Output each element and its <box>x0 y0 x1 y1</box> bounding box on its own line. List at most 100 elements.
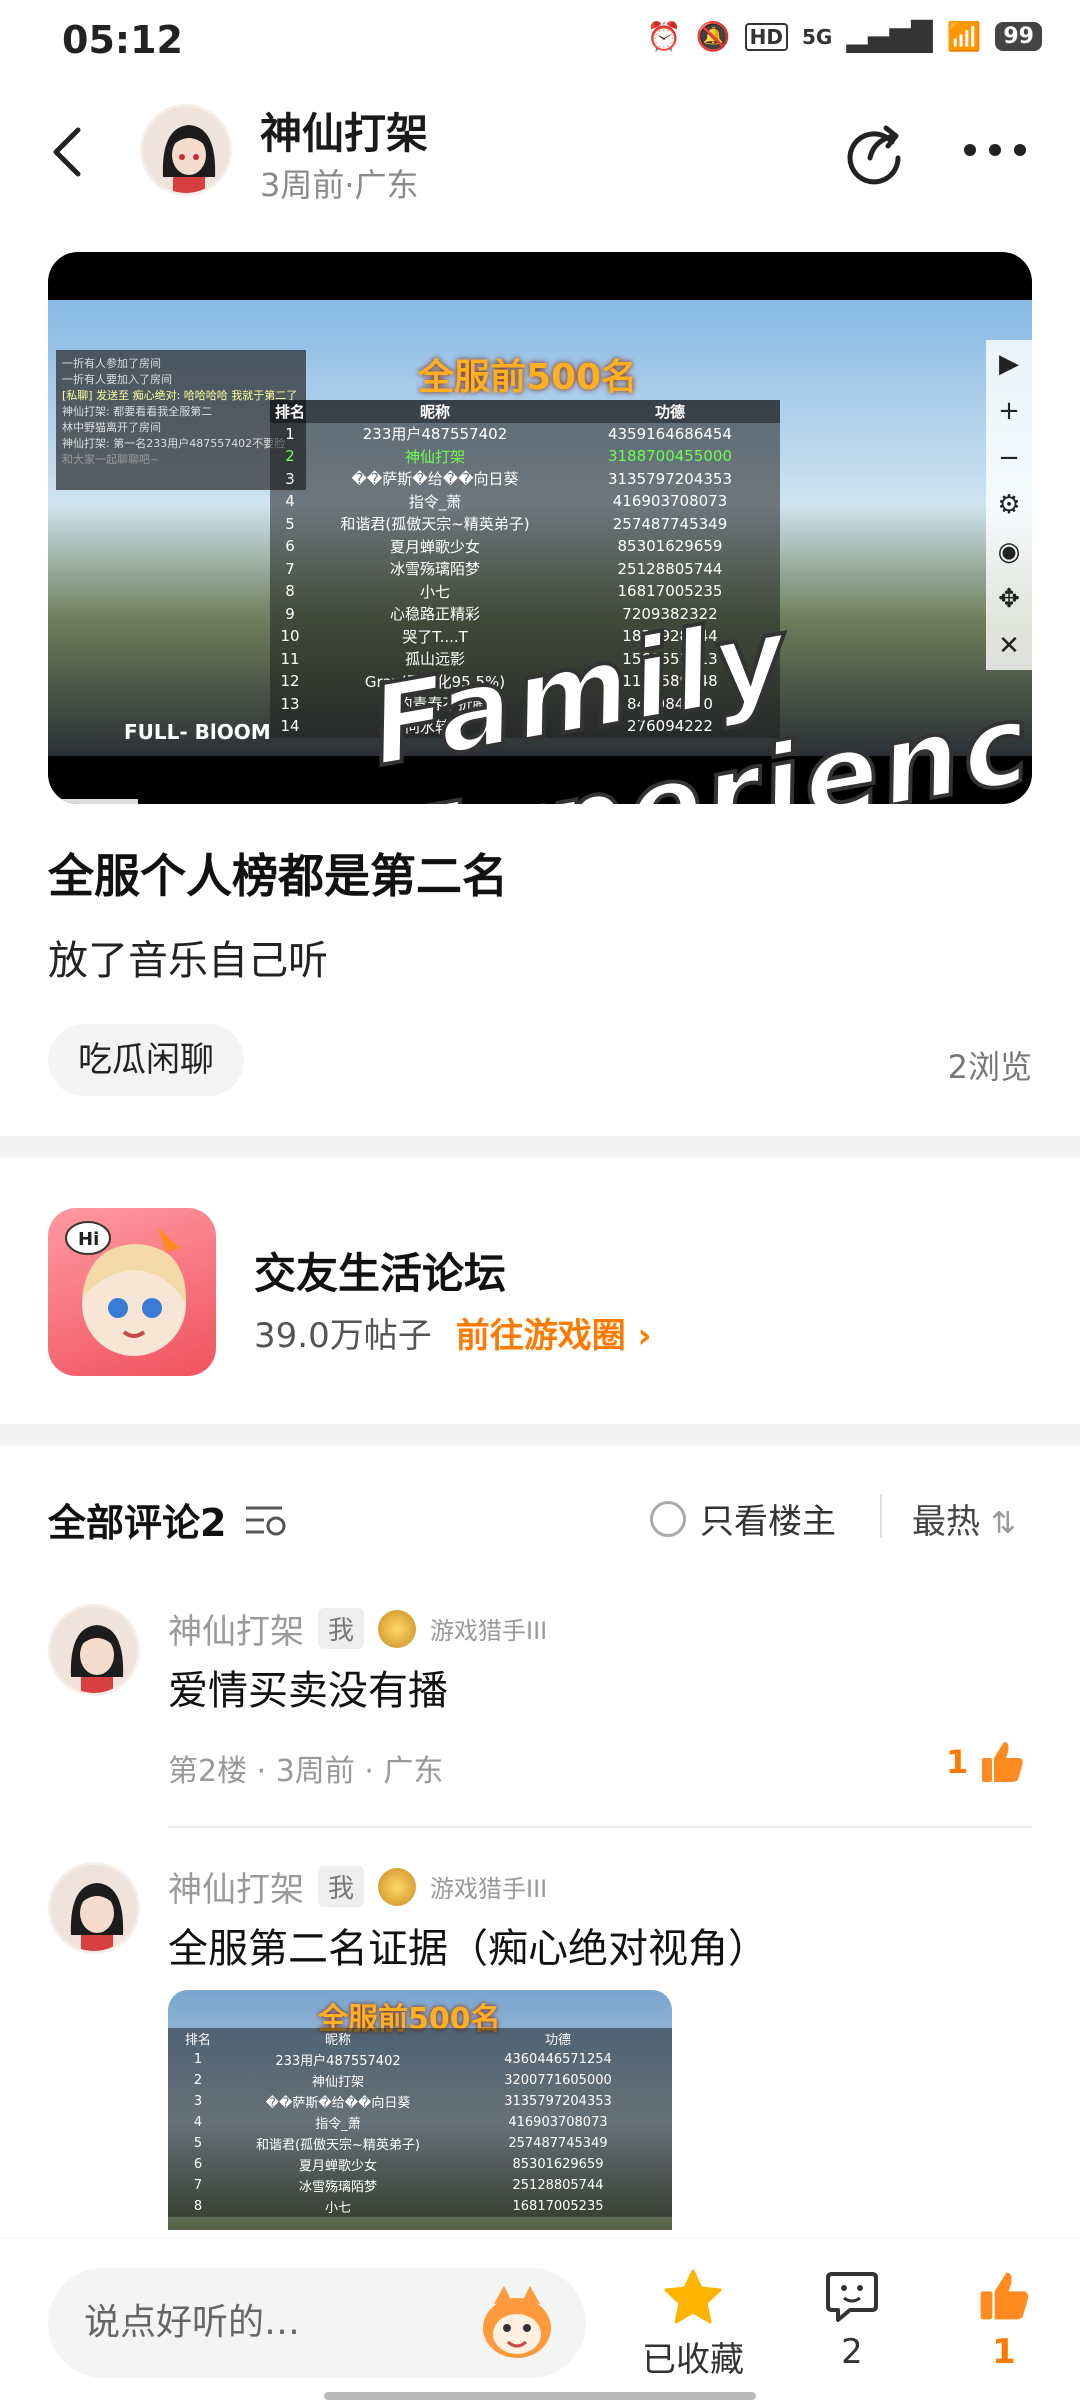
svg-text:Hi: Hi <box>78 1229 99 1250</box>
medal-icon <box>378 1867 417 1906</box>
leaderboard-row: 8 小七 16817005235 <box>193 2199 604 2216</box>
section-divider <box>0 1136 1080 1158</box>
me-badge: 我 <box>318 1866 365 1907</box>
chevron-right-icon: › <box>637 1316 652 1356</box>
star-icon <box>664 2269 722 2324</box>
leaderboard-row: 2 神仙打架 3188700455000 <box>285 447 733 466</box>
gear-icon: ⚙ <box>997 489 1021 520</box>
minus-icon: − <box>998 442 1020 473</box>
chat-line: 一折有人要加入了房间 <box>62 373 172 386</box>
status-time: 05:12 <box>62 18 183 62</box>
comments-count: 2 <box>841 2332 863 2372</box>
leaderboard-row: 3 ��萨斯�给��向日葵 3135797204353 <box>285 469 733 489</box>
section-divider <box>0 1424 1080 1446</box>
chat-input: 和大家一起聊聊吧~ <box>62 453 160 466</box>
forum-post-count: 39.0万帖子 <box>254 1316 432 1356</box>
sort-icon: ⇅ <box>990 1506 1016 1541</box>
comments-title: 全部评论2 <box>48 1501 227 1545</box>
author-avatar[interactable] <box>140 104 232 196</box>
chat-line: 神仙打架: 第一名233用户487557402不要脸 <box>62 437 286 450</box>
mascot-emoji-icon[interactable] <box>474 2282 560 2364</box>
share-icon[interactable] <box>842 120 908 186</box>
like-button[interactable]: 1 <box>964 2268 1044 2372</box>
chat-line: 林中野猫离开了房间 <box>62 421 161 434</box>
video-badge: FULL- BlOOM <box>124 720 271 744</box>
video-progress[interactable] <box>48 799 138 804</box>
forum-mascot-image: Hi <box>65 1221 187 1356</box>
hd-icon: HD <box>744 22 789 51</box>
commenter-info: 神仙打架 我 游戏猎手III <box>168 1604 547 1653</box>
leaderboard-title: 全服前500名 <box>418 357 638 398</box>
game-chat-panel: 一折有人参加了房间 一折有人要加入了房间 [私聊] 发送至 痴心绝对: 哈哈哈哈… <box>56 350 306 490</box>
favorite-label: 已收藏 <box>642 2340 744 2380</box>
post-video[interactable]: 一折有人参加了房间 一折有人要加入了房间 [私聊] 发送至 痴心绝对: 哈哈哈哈… <box>48 252 1032 804</box>
home-indicator[interactable] <box>324 2392 756 2400</box>
commenter-avatar[interactable] <box>48 1604 140 1696</box>
game-side-toolbar: ▶ + − ⚙ ◉ ✥ ✕ <box>986 340 1032 670</box>
back-icon[interactable] <box>48 124 88 180</box>
more-icon[interactable] <box>962 140 1028 160</box>
view-count: 2浏览 <box>947 1048 1032 1086</box>
wifi-icon: 📶 <box>946 20 982 53</box>
like-count: 1 <box>946 1743 969 1781</box>
comment-text[interactable]: 爱情买卖没有播 <box>168 1658 448 1716</box>
author-name[interactable]: 神仙打架 <box>260 100 428 161</box>
radio-icon <box>650 1500 686 1537</box>
network-label: 5G <box>802 24 833 49</box>
leaderboard-row: 1 233用户487557402 4359164686454 <box>285 424 733 444</box>
topic-tag[interactable]: 吃瓜闲聊 <box>48 1024 244 1096</box>
comment-image-leaderboard: 排名 昵称 功德 1 233用户487557402 4360446571254 2 神仙打… <box>168 2028 672 2217</box>
commenter-name[interactable]: 神仙打架 <box>168 1862 304 1911</box>
forum-name[interactable]: 交友生活论坛 <box>254 1240 506 1301</box>
post-title: 全服个人榜都是第二名 <box>48 849 508 903</box>
leaderboard-row: 1 233用户487557402 4360446571254 <box>193 2052 612 2069</box>
comment-filter-icon[interactable] <box>242 1500 290 1540</box>
comments-button[interactable]: 2 <box>812 2268 892 2372</box>
commenter-avatar[interactable] <box>48 1862 140 1954</box>
commenter-name[interactable]: 神仙打架 <box>168 1604 304 1653</box>
avatar-image <box>51 1865 137 1951</box>
leaderboard-row: 7 冰雪殇璃陌梦 25128805744 <box>193 2178 604 2195</box>
thumbs-up-icon <box>980 2272 1029 2320</box>
leaderboard-row: 4 指令_萧 416903708073 <box>285 492 728 511</box>
comment-image[interactable]: 全服前500名 排名 昵称 功德 1 233用户487557402 4360446571… <box>168 1990 672 2230</box>
chat-line: 神仙打架: 都要看看我全服第二 <box>62 405 213 418</box>
leaderboard-row: 2 神仙打架 3200771605000 <box>193 2073 612 2090</box>
leaderboard-row: 6 夏月蝉歌少女 85301629659 <box>193 2157 604 2174</box>
comment-icon <box>826 2272 878 2322</box>
user-title: 游戏猎手III <box>430 1617 548 1645</box>
avatar-image <box>51 1607 137 1693</box>
leaderboard-header: 排名 昵称 功德 <box>270 400 780 423</box>
chat-line: 一折有人参加了房间 <box>62 357 161 370</box>
sort-selector[interactable]: 最热 ⇅ <box>912 1494 1016 1543</box>
video-frame: 一折有人参加了房间 一折有人要加入了房间 [私聊] 发送至 痴心绝对: 哈哈哈哈… <box>48 300 1032 804</box>
divider <box>880 1494 882 1538</box>
medal-icon <box>378 1609 417 1648</box>
thumbs-up-icon <box>982 1742 1023 1782</box>
comment-text[interactable]: 全服第二名证据（痴心绝对视角） <box>168 1916 768 1974</box>
eye-off-icon: ◉ <box>997 537 1021 568</box>
only-op-toggle[interactable]: 只看楼主 <box>650 1494 836 1543</box>
me-badge: 我 <box>318 1608 365 1649</box>
close-icon: ✕ <box>998 631 1020 662</box>
status-icons: ⏰ 🔕 HD 5G ▂▄▆█ 📶 99 <box>647 20 1042 53</box>
leaderboard-row: 3 ��萨斯�给��向日葵 3135797204353 <box>193 2094 612 2111</box>
forum-icon[interactable]: Hi <box>48 1208 216 1376</box>
commenter-info: 神仙打架 我 游戏猎手III <box>168 1862 547 1911</box>
comment-meta: 第2楼 · 3周前 · 广东 <box>168 1754 444 1789</box>
comment-like-button[interactable]: 1 <box>946 1738 1026 1786</box>
leaderboard-row: 5 和谐君(孤傲天宗~精英弟子) 257487745349 <box>285 514 728 534</box>
comments-header: 全部评论2 <box>48 1492 290 1547</box>
leaderboard-row: 排名 昵称 功德 <box>184 2033 571 2048</box>
status-bar: 05:12 ⏰ 🔕 HD 5G ▂▄▆█ 📶 99 <box>0 0 1080 84</box>
forum-meta: 39.0万帖子 前往游戏圈 › <box>254 1308 652 1357</box>
likes-count: 1 <box>992 2332 1016 2372</box>
favorite-button[interactable]: 已收藏 <box>634 2268 752 2381</box>
user-title: 游戏猎手III <box>430 1875 548 1903</box>
leaderboard-row: 5 和谐君(孤傲天宗~精英弟子) 257487745349 <box>193 2136 608 2153</box>
leaderboard-row: 8 小七 16817005235 <box>285 582 723 601</box>
leaderboard-row: 4 指令_萧 416903708073 <box>193 2115 608 2132</box>
signal-icon: ▂▄▆█ <box>846 20 933 53</box>
move-icon: ✥ <box>998 584 1020 615</box>
go-to-forum-link[interactable]: 前往游戏圈 › <box>456 1308 652 1357</box>
